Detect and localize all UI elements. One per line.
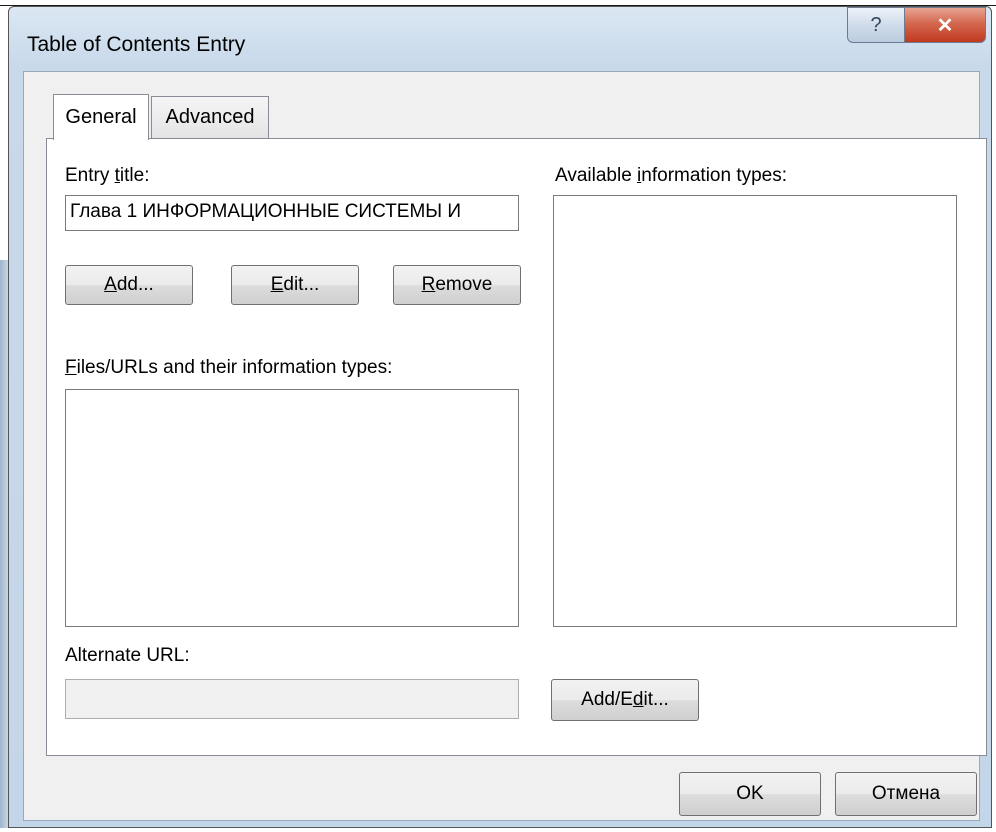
dialog-client-area: General Advanced Entry title: Глава 1 ИН… [23, 71, 987, 821]
cancel-button[interactable]: Отмена [835, 772, 977, 816]
background-strip [0, 260, 8, 828]
general-tab-panel: Entry title: Глава 1 ИНФОРМАЦИОННЫЕ СИСТ… [46, 138, 987, 756]
tab-general[interactable]: General [53, 94, 149, 140]
dialog-window: Table of Contents Entry ? ✕ General Adva… [8, 6, 992, 828]
tab-advanced[interactable]: Advanced [151, 96, 269, 138]
entry-title-input[interactable]: Глава 1 ИНФОРМАЦИОННЫЕ СИСТЕМЫ И [65, 195, 519, 231]
add-button[interactable]: Add... [65, 265, 193, 305]
available-info-types-list[interactable] [553, 195, 957, 627]
close-icon: ✕ [936, 14, 954, 37]
ok-button[interactable]: OK [679, 772, 821, 816]
help-button[interactable]: ? [847, 7, 905, 43]
tab-advanced-label: Advanced [165, 106, 255, 128]
available-info-types-label: Available information types: [555, 165, 788, 186]
help-icon: ? [870, 13, 882, 36]
edit-button[interactable]: Edit... [231, 265, 359, 305]
files-urls-list[interactable] [65, 389, 519, 627]
alternate-url-input[interactable] [65, 679, 519, 719]
files-urls-label: Files/URLs and their information types: [65, 357, 393, 378]
remove-button[interactable]: Remove [393, 265, 521, 305]
dialog-title: Table of Contents Entry [27, 33, 246, 56]
entry-title-label: Entry title: [65, 165, 150, 186]
alternate-url-label: Alternate URL: [65, 645, 190, 666]
tab-general-label: General [65, 106, 137, 128]
add-edit-button[interactable]: Add/E d it... [551, 679, 699, 721]
close-button[interactable]: ✕ [904, 7, 986, 43]
